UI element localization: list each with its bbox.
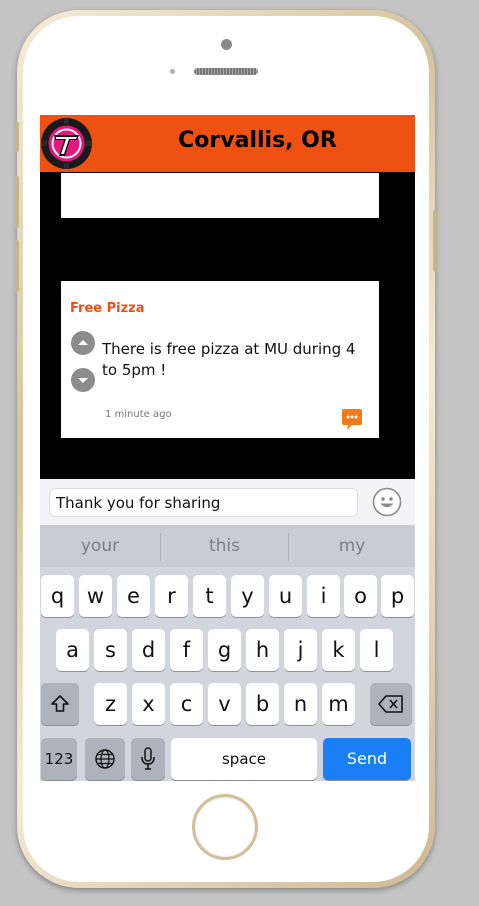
suggestion-item[interactable]: this (161, 525, 288, 567)
suggestion-item[interactable]: your (40, 525, 160, 567)
message-input[interactable] (49, 488, 358, 517)
globe-icon (95, 749, 115, 769)
shift-arrow-icon (51, 695, 69, 712)
key-m[interactable]: m (322, 683, 355, 725)
screen: Corvallis, OR Free Pizza There is free p… (40, 115, 415, 781)
key-o[interactable]: o (344, 575, 377, 617)
post-card[interactable] (61, 173, 379, 218)
message-compose-bar (40, 479, 415, 525)
home-button[interactable] (192, 794, 258, 860)
globe-key[interactable] (85, 738, 125, 780)
numbers-key[interactable]: 123 (41, 738, 77, 780)
key-b[interactable]: b (246, 683, 279, 725)
key-d[interactable]: d (132, 629, 165, 671)
key-i[interactable]: i (307, 575, 340, 617)
shift-key[interactable] (41, 683, 79, 725)
chevron-up-icon[interactable] (71, 331, 95, 355)
key-w[interactable]: w (79, 575, 112, 617)
post-card[interactable]: Free Pizza There is free pizza at MU dur… (61, 281, 379, 438)
key-p[interactable]: p (381, 575, 414, 617)
key-r[interactable]: r (155, 575, 188, 617)
key-a[interactable]: a (56, 629, 89, 671)
suggestion-item[interactable]: my (289, 525, 415, 567)
power-button (433, 210, 437, 272)
key-k[interactable]: k (322, 629, 355, 671)
send-button[interactable]: Send (323, 738, 411, 780)
volume-down-button (15, 240, 19, 292)
backspace-key[interactable] (370, 683, 412, 725)
space-key[interactable]: space (171, 738, 317, 780)
key-s[interactable]: s (94, 629, 127, 671)
post-timestamp: 1 minute ago (105, 409, 172, 420)
key-l[interactable]: l (360, 629, 393, 671)
key-f[interactable]: f (170, 629, 203, 671)
earpiece-speaker (194, 68, 258, 75)
virtual-keyboard: your this my q w e r t y u i o p a s d f… (40, 525, 415, 781)
key-c[interactable]: c (170, 683, 203, 725)
post-body: There is free pizza at MU during 4 to 5p… (102, 340, 356, 379)
key-u[interactable]: u (269, 575, 302, 617)
comment-bubble-icon[interactable] (341, 408, 363, 432)
mute-switch (15, 122, 19, 152)
page-title: Corvallis, OR (178, 128, 337, 153)
volume-up-button (15, 176, 19, 228)
key-q[interactable]: q (41, 575, 74, 617)
suggestion-bar: your this my (40, 525, 415, 567)
key-v[interactable]: v (208, 683, 241, 725)
key-h[interactable]: h (246, 629, 279, 671)
key-z[interactable]: z (94, 683, 127, 725)
microphone-icon (141, 747, 155, 770)
key-y[interactable]: y (231, 575, 264, 617)
chevron-down-icon[interactable] (71, 368, 95, 392)
post-title: Free Pizza (70, 301, 145, 316)
key-g[interactable]: g (208, 629, 241, 671)
front-camera-icon (221, 39, 232, 50)
key-x[interactable]: x (132, 683, 165, 725)
key-n[interactable]: n (284, 683, 317, 725)
backspace-icon (378, 695, 403, 713)
key-e[interactable]: e (117, 575, 150, 617)
app-header: Corvallis, OR (40, 115, 415, 172)
microphone-key[interactable] (131, 738, 165, 780)
proximity-sensor (170, 69, 175, 74)
key-j[interactable]: j (284, 629, 317, 671)
key-t[interactable]: t (193, 575, 226, 617)
logo-t-icon[interactable] (41, 118, 92, 169)
emoji-icon[interactable] (372, 487, 402, 517)
